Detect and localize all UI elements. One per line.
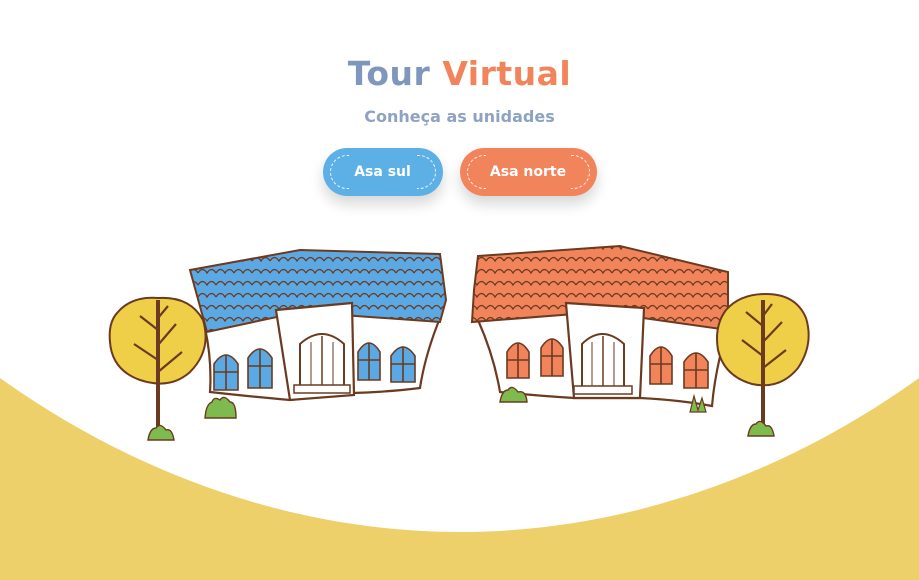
blue-house xyxy=(188,248,448,419)
left-tree xyxy=(108,296,207,441)
tour-virtual-page: Tour Virtual Conheça as unidades Asa sul… xyxy=(0,0,919,580)
houses-illustration xyxy=(108,244,810,441)
orange-house xyxy=(470,244,730,413)
right-tree xyxy=(716,292,810,437)
